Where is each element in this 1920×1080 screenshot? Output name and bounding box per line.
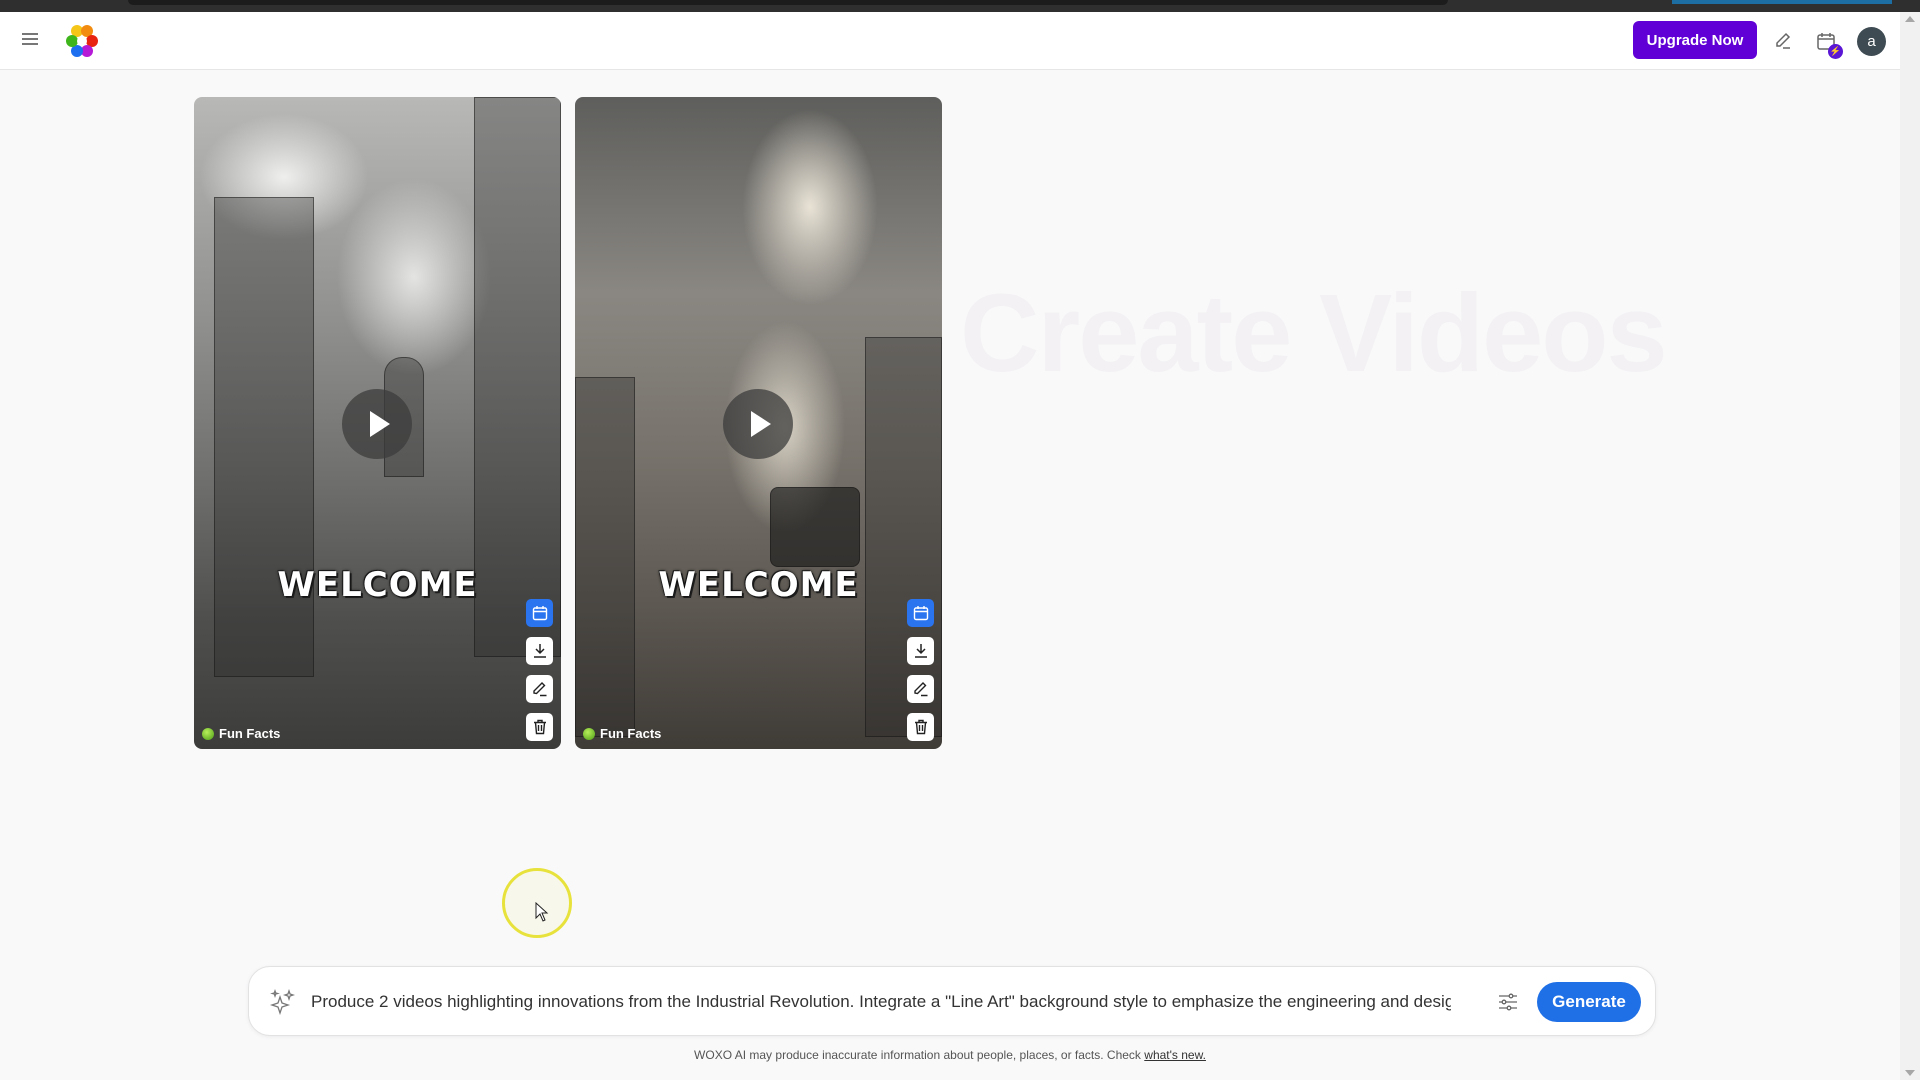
category-tag: Fun Facts: [202, 726, 280, 741]
disclaimer-text: WOXO AI may produce inaccurate informati…: [694, 1048, 1145, 1062]
thumbnail-locomotive: [770, 487, 860, 567]
mouse-pointer-icon: [535, 902, 549, 922]
page-scrollbar[interactable]: [1900, 12, 1920, 1080]
woxo-logo[interactable]: [64, 24, 100, 60]
background-watermark-text: Create Videos: [960, 272, 1668, 395]
disclaimer: WOXO AI may produce inaccurate informati…: [0, 1048, 1900, 1062]
sliders-settings-icon[interactable]: [1495, 989, 1521, 1015]
app-header: Upgrade Now ⚡ a: [0, 12, 1900, 70]
download-icon[interactable]: [526, 637, 553, 665]
sparkle-icon: [269, 989, 295, 1015]
upgrade-now-button[interactable]: Upgrade Now: [1633, 21, 1757, 59]
user-avatar[interactable]: a: [1857, 27, 1886, 56]
video-actions: [907, 599, 934, 741]
green-dot-icon: [583, 727, 595, 740]
browser-top-strip: [0, 0, 1920, 12]
browser-accent-bar: [1672, 0, 1892, 4]
schedule-calendar-icon[interactable]: [907, 599, 934, 627]
video-card[interactable]: WELCOME Fun Facts: [194, 97, 561, 749]
edit-pencil-icon[interactable]: [907, 675, 934, 703]
video-actions: [526, 599, 553, 741]
prompt-bar: Generate: [248, 966, 1656, 1036]
lightning-badge-icon: ⚡: [1828, 44, 1843, 59]
download-icon[interactable]: [907, 637, 934, 665]
hamburger-menu-icon[interactable]: [22, 30, 44, 52]
video-title-overlay: WELCOME: [658, 565, 859, 605]
scroll-down-arrow-icon[interactable]: [1905, 1070, 1915, 1076]
trash-icon[interactable]: [907, 713, 934, 741]
video-card[interactable]: WELCOME Fun Facts: [575, 97, 942, 749]
schedule-calendar-icon[interactable]: [526, 599, 553, 627]
category-label: Fun Facts: [219, 726, 281, 741]
thumbnail-building: [214, 197, 314, 677]
calendar-icon[interactable]: ⚡: [1813, 28, 1843, 59]
pencil-icon[interactable]: [1770, 28, 1796, 54]
thumbnail-building: [575, 377, 635, 737]
play-button[interactable]: [342, 389, 412, 459]
category-tag: Fun Facts: [583, 726, 661, 741]
play-button[interactable]: [723, 389, 793, 459]
generate-button[interactable]: Generate: [1537, 982, 1641, 1022]
scroll-up-arrow-icon[interactable]: [1905, 16, 1915, 22]
video-title-overlay: WELCOME: [277, 565, 478, 605]
whats-new-link[interactable]: what's new.: [1144, 1048, 1206, 1062]
category-label: Fun Facts: [600, 726, 662, 741]
edit-pencil-icon[interactable]: [526, 675, 553, 703]
green-dot-icon: [202, 727, 214, 740]
trash-icon[interactable]: [526, 713, 553, 741]
browser-tab-bar: [128, 0, 1448, 5]
prompt-input[interactable]: [311, 985, 1451, 1019]
